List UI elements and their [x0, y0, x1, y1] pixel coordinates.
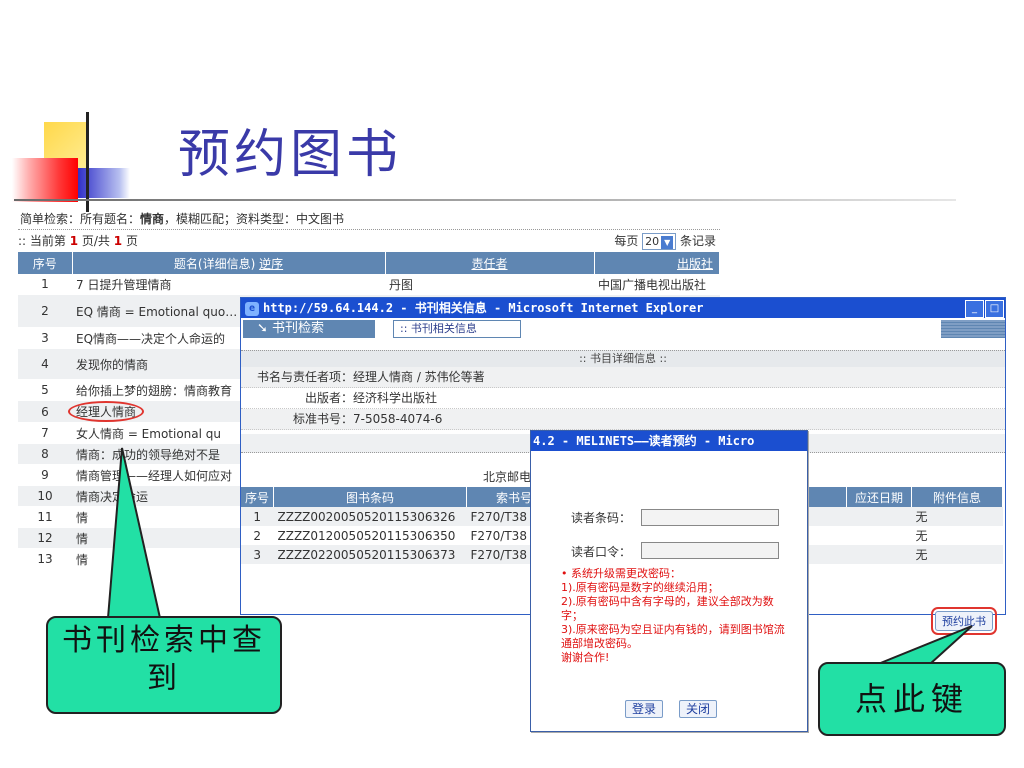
callout-found-in-search: 书刊检索中查到: [46, 616, 282, 714]
callout-click-here: 点此键: [818, 662, 1006, 736]
left-callout-pointer: [106, 447, 162, 619]
right-callout-pointer: [877, 625, 973, 665]
